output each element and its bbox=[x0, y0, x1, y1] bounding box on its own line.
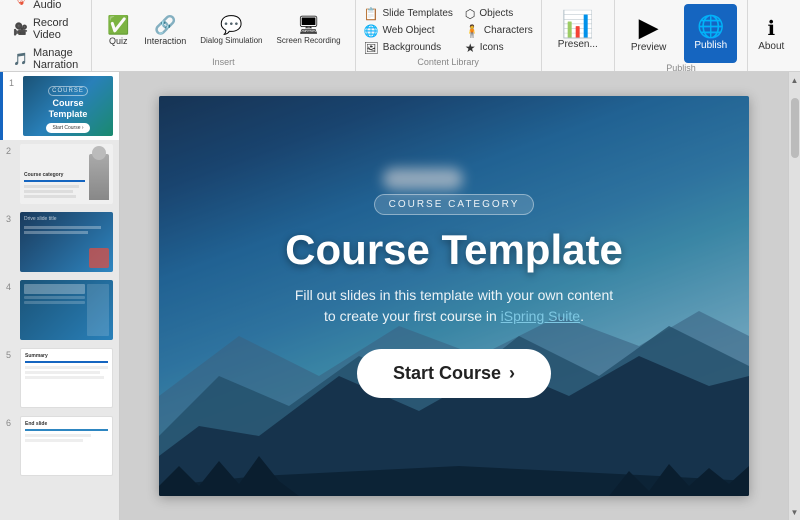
slide-preview-5: Summary bbox=[20, 348, 113, 408]
record-audio-button[interactable]: 🎙 Record Audio bbox=[10, 0, 81, 12]
slide-thumb-4[interactable]: 4 bbox=[0, 276, 119, 344]
icons-icon: ★ bbox=[465, 41, 476, 55]
scroll-up-button[interactable]: ▲ bbox=[789, 72, 800, 88]
course-category-badge: COURSE CATEGORY bbox=[374, 194, 535, 215]
interaction-icon: 🔗 bbox=[154, 16, 176, 34]
objects-icon: ⬡ bbox=[465, 7, 475, 21]
course-description: Fill out slides in this template with yo… bbox=[295, 285, 613, 327]
canvas-area: COURSE CATEGORY Course Template Fill out… bbox=[120, 72, 788, 520]
main-content: 1 COURSE CourseTemplate Start Course › 2… bbox=[0, 72, 800, 520]
backgrounds-button[interactable]: 🖼 Backgrounds bbox=[362, 40, 455, 56]
course-title: Course Template bbox=[285, 227, 623, 273]
characters-icon: 🧍 bbox=[465, 24, 480, 38]
characters-button[interactable]: 🧍 Characters bbox=[463, 23, 535, 39]
about-icon: ℹ bbox=[767, 19, 775, 39]
record-video-button[interactable]: 🎥 Record Video bbox=[10, 16, 81, 42]
slide-thumb-5[interactable]: 5 Summary bbox=[0, 344, 119, 412]
slide-thumb-3[interactable]: 3 Drive slide title bbox=[0, 208, 119, 276]
narration-section: 🎙 Record Audio 🎥 Record Video 🎵 Manage N… bbox=[0, 0, 92, 71]
slide-thumb-6[interactable]: 6 End slide bbox=[0, 412, 119, 480]
scroll-thumb[interactable] bbox=[791, 98, 799, 158]
content-library-section: 📋 Slide Templates ⬡ Objects 🌐 Web Object… bbox=[356, 0, 542, 71]
scroll-down-button[interactable]: ▼ bbox=[789, 504, 800, 520]
publish-section: ▶ Preview 🌐 Publish Publish bbox=[615, 0, 748, 71]
manage-narration-button[interactable]: 🎵 Manage Narration bbox=[10, 46, 81, 72]
slide-content: COURSE CATEGORY Course Template Fill out… bbox=[159, 96, 749, 496]
publish-icon: 🌐 bbox=[697, 16, 724, 38]
interaction-button[interactable]: 🔗 Interaction bbox=[138, 12, 192, 50]
presentation-icon: 📊 bbox=[562, 11, 594, 37]
quiz-icon: ✅ bbox=[107, 16, 129, 34]
objects-button[interactable]: ⬡ Objects bbox=[463, 6, 535, 22]
ispring-link[interactable]: iSpring Suite bbox=[501, 308, 580, 324]
slide-thumb-2[interactable]: 2 Course category bbox=[0, 140, 119, 208]
toolbar-right: ℹ About 👤 Log In bbox=[748, 0, 800, 71]
right-scrollbar: ▲ ▼ bbox=[788, 72, 800, 520]
web-object-button[interactable]: 🌐 Web Object bbox=[362, 23, 455, 39]
backgrounds-icon: 🖼 bbox=[364, 41, 379, 55]
presentation-button[interactable]: 📊 Presen... bbox=[548, 4, 608, 57]
presentation-section: 📊 Presen... bbox=[542, 0, 615, 71]
chevron-icon: › bbox=[509, 363, 515, 384]
insert-label: Insert bbox=[100, 57, 346, 67]
content-library-label: Content Library bbox=[362, 57, 535, 67]
preview-icon: ▶ bbox=[639, 14, 659, 40]
icons-button[interactable]: ★ Icons bbox=[463, 40, 535, 56]
dialog-simulation-button[interactable]: 💬 Dialog Simulation bbox=[194, 12, 268, 49]
start-course-button[interactable]: Start Course › bbox=[357, 349, 551, 398]
slide-panel: 1 COURSE CourseTemplate Start Course › 2… bbox=[0, 72, 120, 520]
about-button[interactable]: ℹ About bbox=[752, 0, 790, 71]
toolbar: 🎙 Record Audio 🎥 Record Video 🎵 Manage N… bbox=[0, 0, 800, 72]
slide-templates-icon: 📋 bbox=[364, 7, 379, 21]
slide-canvas: COURSE CATEGORY Course Template Fill out… bbox=[159, 96, 749, 496]
slide-preview-3: Drive slide title bbox=[20, 212, 113, 272]
slide-preview-2: Course category bbox=[20, 144, 113, 204]
preview-button[interactable]: ▶ Preview bbox=[621, 4, 677, 63]
slide-preview-6: End slide bbox=[20, 416, 113, 476]
slide-preview-4 bbox=[20, 280, 113, 340]
log-in-button[interactable]: 👤 Log In bbox=[792, 0, 800, 71]
slide-thumb-1[interactable]: 1 COURSE CourseTemplate Start Course › bbox=[0, 72, 119, 140]
screen-recording-icon: 🖥 bbox=[297, 16, 320, 34]
slide-templates-button[interactable]: 📋 Slide Templates bbox=[362, 6, 455, 22]
web-object-icon: 🌐 bbox=[364, 24, 379, 38]
screen-recording-button[interactable]: 🖥 Screen Recording bbox=[271, 12, 347, 49]
insert-section: ✅ Quiz 🔗 Interaction 💬 Dialog Simulation… bbox=[92, 0, 355, 71]
slide-preview-1: COURSE CourseTemplate Start Course › bbox=[23, 76, 113, 136]
scroll-track bbox=[789, 88, 800, 504]
dialog-icon: 💬 bbox=[220, 16, 242, 34]
publish-button[interactable]: 🌐 Publish bbox=[684, 4, 737, 63]
quiz-button[interactable]: ✅ Quiz bbox=[100, 12, 136, 50]
